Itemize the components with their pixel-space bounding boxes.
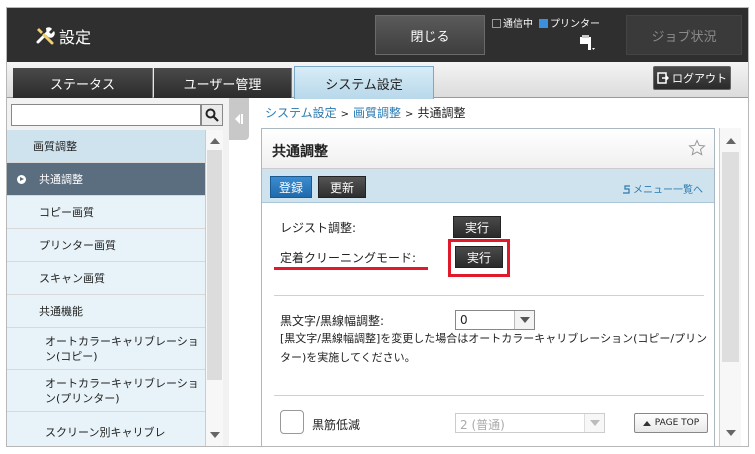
menu-link-label: メニュー一覧へ <box>633 185 703 196</box>
sidebar-item-screen-cal[interactable]: スクリーン別キャリブレ <box>7 412 205 446</box>
app-title: 設定 <box>59 28 92 47</box>
highlight-underline <box>274 267 428 270</box>
tab-user-management[interactable]: ユーザー管理 <box>154 68 292 98</box>
black-text-adjust-label: 黒文字/黒線幅調整: <box>280 314 385 328</box>
logout-button[interactable]: ログアウト <box>653 66 731 90</box>
page-top-label: PAGE TOP <box>654 418 700 428</box>
streak-reduction-label: 黒筋低減 <box>312 418 361 432</box>
close-button[interactable]: 閉じる <box>375 15 485 55</box>
sidebar-scrollbar[interactable] <box>205 130 223 446</box>
scrollbar-thumb[interactable] <box>722 152 739 362</box>
caret-up-icon <box>642 420 651 426</box>
page-top-button[interactable]: PAGE TOP <box>634 413 708 433</box>
sidebar-item-copy-quality[interactable]: コピー画質 <box>7 196 205 229</box>
tools-icon <box>36 27 55 45</box>
page-title: 共通調整 <box>272 144 328 160</box>
calibration-note: [黒文字/黒線幅調整]を変更した場合はオートカラーキャリブレーション(コピー/プ… <box>280 332 708 364</box>
search-button[interactable] <box>201 104 223 126</box>
status-comm-label: 通信中 <box>503 19 533 30</box>
scroll-down-icon[interactable] <box>726 430 736 436</box>
menu-list-link[interactable]: メニュー一覧へ <box>622 181 703 196</box>
tab-system-settings[interactable]: システム設定 <box>294 66 434 99</box>
black-text-select[interactable]: 0 <box>455 310 535 330</box>
back-menu-icon <box>623 185 630 194</box>
breadcrumb-separator: > <box>340 109 350 120</box>
star-icon[interactable] <box>688 139 706 157</box>
section-divider <box>274 395 704 396</box>
logout-icon <box>657 72 669 84</box>
device-status: 通信中 プリンター <box>492 12 620 58</box>
sidebar-item-common-functions[interactable]: 共通機能 <box>7 295 205 328</box>
top-bar: 設定 閉じる 通信中 プリンター ジョブ状況 <box>7 8 748 62</box>
search-icon <box>205 108 219 122</box>
sidebar-menu: 画質調整 共通調整 コピー画質 プリンター画質 スキャン画質 共通機能 オートカ… <box>7 130 205 446</box>
scroll-up-icon[interactable] <box>726 138 736 144</box>
section-divider <box>274 295 704 296</box>
regist-exec-button[interactable]: 実行 <box>453 216 501 238</box>
sidebar-item-label: 共通調整 <box>39 173 83 186</box>
black-text-value: 0 <box>460 313 468 327</box>
tab-bar: ステータス ユーザー管理 システム設定 ログアウト <box>7 62 748 99</box>
printer-icon <box>580 35 595 50</box>
collapse-arrow-icon <box>235 114 240 124</box>
collapse-bar-icon <box>241 114 243 124</box>
scroll-up-icon[interactable] <box>210 138 220 144</box>
register-button[interactable]: 登録 <box>270 176 312 198</box>
regist-adjust-label: レジスト調整: <box>280 221 357 235</box>
main-scrollbar[interactable] <box>719 128 741 446</box>
settings-panel: 共通調整 登録 更新 メニュー一覧へ レジスト調整: 実行 定着クリーニングモー… <box>261 128 715 446</box>
printer-indicator-icon <box>539 19 548 28</box>
scroll-down-icon[interactable] <box>210 432 220 438</box>
job-status-button[interactable]: ジョブ状況 <box>626 15 742 55</box>
app-window: 設定 閉じる 通信中 プリンター ジョブ状況 ステータス ユーザー管理 システム設… <box>6 7 749 447</box>
panel-header: 共通調整 <box>262 129 714 169</box>
comm-indicator-icon <box>492 19 501 28</box>
status-printer-label: プリンター <box>550 19 600 30</box>
streak-level-select: 2 (普通) <box>455 413 605 433</box>
cleaning-exec-button[interactable]: 実行 <box>455 246 503 268</box>
selected-bullet-icon <box>17 175 26 184</box>
sidebar-item-scan-quality[interactable]: スキャン画質 <box>7 262 205 295</box>
breadcrumb-separator: > <box>405 109 414 120</box>
sidebar-item-printer-quality[interactable]: プリンター画質 <box>7 229 205 262</box>
scrollbar-thumb[interactable] <box>207 150 222 380</box>
sidebar: 画質調整 共通調整 コピー画質 プリンター画質 スキャン画質 共通機能 オートカ… <box>7 98 229 446</box>
chevron-down-icon <box>584 414 604 432</box>
status-indicators: 通信中 プリンター <box>492 15 600 30</box>
sidebar-item-image-quality[interactable]: 画質調整 <box>7 130 205 163</box>
breadcrumb: システム設定 > 画質調整 > 共通調整 <box>265 104 465 121</box>
logout-label: ログアウト <box>672 72 727 85</box>
breadcrumb-current: 共通調整 <box>417 106 466 120</box>
action-bar: 登録 更新 メニュー一覧へ <box>262 169 714 203</box>
sidebar-item-common-adjust[interactable]: 共通調整 <box>7 163 205 196</box>
tab-status[interactable]: ステータス <box>13 68 153 98</box>
chevron-down-icon <box>514 311 534 329</box>
breadcrumb-image-quality[interactable]: 画質調整 <box>353 106 401 120</box>
breadcrumb-system-settings[interactable]: システム設定 <box>265 106 337 120</box>
update-button[interactable]: 更新 <box>318 176 366 198</box>
streak-level-value: 2 (普通) <box>460 418 505 432</box>
fuser-cleaning-label: 定着クリーニングモード: <box>280 251 417 265</box>
sidebar-collapse-button[interactable] <box>229 98 249 140</box>
sidebar-item-auto-cal-copy[interactable]: オートカラーキャリブレーション(コピー) <box>7 328 205 370</box>
sidebar-item-auto-cal-printer[interactable]: オートカラーキャリブレーション(プリンター) <box>7 370 205 412</box>
streak-reduction-checkbox[interactable] <box>280 410 304 434</box>
search-input[interactable] <box>11 104 201 126</box>
